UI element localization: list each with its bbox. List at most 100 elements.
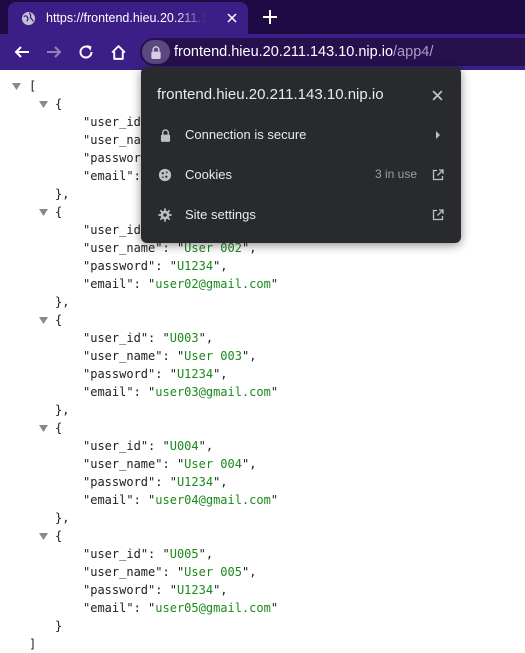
json-field-user-id: "user_id": "U003", bbox=[83, 331, 214, 345]
collapse-toggle-icon[interactable] bbox=[38, 311, 48, 329]
cookies-label: Cookies bbox=[185, 167, 232, 182]
json-key: user_name bbox=[90, 241, 156, 255]
reload-icon[interactable] bbox=[76, 42, 96, 62]
json-string-value: U005 bbox=[169, 547, 199, 561]
json-object-close: }, bbox=[55, 509, 69, 527]
json-object-close: }, bbox=[55, 185, 69, 203]
gear-icon bbox=[157, 207, 173, 223]
site-settings-label: Site settings bbox=[185, 207, 256, 222]
json-open-bracket: [ bbox=[29, 77, 36, 95]
json-key: password bbox=[90, 475, 149, 489]
json-string-value: User 004 bbox=[184, 457, 242, 471]
json-close-bracket: ] bbox=[29, 635, 36, 653]
json-string-value: U1234 bbox=[176, 583, 214, 597]
json-key: password bbox=[90, 367, 149, 381]
json-object-open: { bbox=[55, 421, 63, 435]
json-field-password: "password": "U1234", bbox=[83, 367, 228, 381]
json-key: email bbox=[90, 385, 127, 399]
json-key: password bbox=[90, 259, 149, 273]
json-open-bracket: [ bbox=[29, 79, 37, 93]
json-string-value: user05@gmail.com bbox=[155, 601, 271, 615]
json-string-value: user02@gmail.com bbox=[155, 277, 271, 291]
json-object-open: { bbox=[55, 419, 62, 437]
json-key: user_id bbox=[90, 115, 141, 129]
json-object-close: } bbox=[55, 617, 62, 635]
json-string-value: user04@gmail.com bbox=[155, 493, 271, 507]
chevron-right-icon bbox=[431, 128, 445, 142]
json-key: user_name bbox=[90, 349, 156, 363]
json-field-user-name: "user_name": "User 004", bbox=[83, 457, 257, 471]
json-object-close: } bbox=[55, 619, 63, 633]
json-object-close: }, bbox=[55, 293, 69, 311]
tab-close-icon[interactable] bbox=[224, 10, 240, 26]
address-bar[interactable]: frontend.hieu.20.211.143.10.nip.io/app4/ bbox=[140, 38, 525, 66]
json-key: email bbox=[90, 601, 127, 615]
json-object-open: { bbox=[55, 203, 62, 221]
cookies-count: 3 in use bbox=[374, 167, 417, 181]
json-field-email: "email": "user04@gmail.com" bbox=[83, 493, 279, 507]
json-field-user-id: "user_id": "U005", bbox=[83, 547, 214, 561]
forward-arrow-icon[interactable] bbox=[44, 42, 64, 62]
json-field-user-name: "user_name": "User 003", bbox=[83, 349, 257, 363]
json-object-close: }, bbox=[55, 295, 70, 309]
json-key: email bbox=[90, 277, 127, 291]
json-key: email bbox=[90, 493, 127, 507]
json-string-value: User 005 bbox=[184, 565, 242, 579]
json-string-value: User 003 bbox=[184, 349, 242, 363]
json-object-close: }, bbox=[55, 511, 70, 525]
json-key: user_name bbox=[90, 565, 156, 579]
json-field-user-name: "user_name": "User 005", bbox=[83, 565, 257, 579]
json-key: password bbox=[90, 583, 149, 597]
site-info-popup: frontend.hieu.20.211.143.10.nip.io Conne… bbox=[141, 67, 461, 243]
json-string-value: U1234 bbox=[176, 475, 214, 489]
close-icon[interactable] bbox=[429, 87, 445, 103]
home-icon[interactable] bbox=[108, 42, 128, 62]
collapse-toggle-icon[interactable] bbox=[38, 527, 48, 545]
collapse-toggle-icon[interactable] bbox=[38, 203, 48, 221]
cookies-row[interactable]: Cookies 3 in use bbox=[141, 155, 461, 195]
new-tab-plus-icon[interactable] bbox=[260, 7, 280, 27]
back-arrow-icon[interactable] bbox=[12, 42, 32, 62]
collapse-toggle-icon[interactable] bbox=[11, 77, 21, 95]
toolbar: frontend.hieu.20.211.143.10.nip.io/app4/ bbox=[0, 34, 525, 70]
json-key: user_id bbox=[90, 439, 141, 453]
url-text[interactable]: frontend.hieu.20.211.143.10.nip.io/app4/ bbox=[174, 44, 433, 60]
json-object-open: { bbox=[55, 529, 63, 543]
lock-icon[interactable] bbox=[142, 40, 170, 64]
url-host: frontend.hieu.20.211.143.10.nip.io bbox=[174, 44, 394, 60]
json-string-value: U004 bbox=[169, 439, 199, 453]
json-object-open: { bbox=[55, 97, 63, 111]
site-settings-row[interactable]: Site settings bbox=[141, 195, 461, 235]
cookie-icon bbox=[157, 167, 173, 183]
json-object-open: { bbox=[55, 311, 62, 329]
json-string-value: user03@gmail.com bbox=[155, 385, 271, 399]
json-field-email: "email": "user05@gmail.com" bbox=[83, 601, 279, 615]
connection-secure-label: Connection is secure bbox=[185, 127, 307, 142]
tab-active[interactable]: https://frontend.hieu.20.211.143.10.nip.… bbox=[8, 2, 248, 34]
json-field-password: "password": "U1234", bbox=[83, 583, 228, 597]
json-close-bracket: ] bbox=[29, 637, 37, 651]
json-object-close: }, bbox=[55, 401, 69, 419]
json-key: user_id bbox=[90, 223, 141, 237]
external-link-icon bbox=[431, 208, 445, 222]
collapse-toggle-icon[interactable] bbox=[38, 419, 48, 437]
json-field-password: "password": "U1234", bbox=[83, 259, 228, 273]
json-key: user_id bbox=[90, 547, 141, 561]
collapse-toggle-icon[interactable] bbox=[38, 95, 48, 113]
json-object-open: { bbox=[55, 95, 62, 113]
popup-site-title: frontend.hieu.20.211.143.10.nip.io bbox=[157, 86, 384, 103]
json-object-open: { bbox=[55, 313, 63, 327]
json-field-password: "password": "U1234", bbox=[83, 475, 228, 489]
tab-title: https://frontend.hieu.20.211.143.10.nip.… bbox=[46, 11, 206, 25]
json-field-email: "email": "user03@gmail.com" bbox=[83, 385, 279, 399]
json-key: email bbox=[90, 169, 127, 183]
json-object-close: }, bbox=[55, 403, 70, 417]
json-field-user-id: "user_id": "U004", bbox=[83, 439, 214, 453]
json-key: user_name bbox=[90, 457, 156, 471]
connection-secure-row[interactable]: Connection is secure bbox=[141, 115, 461, 155]
json-object-open: { bbox=[55, 205, 63, 219]
lock-icon bbox=[157, 127, 173, 143]
json-object-close: }, bbox=[55, 187, 70, 201]
json-string-value: User 002 bbox=[184, 241, 242, 255]
json-string-value: U1234 bbox=[176, 367, 214, 381]
